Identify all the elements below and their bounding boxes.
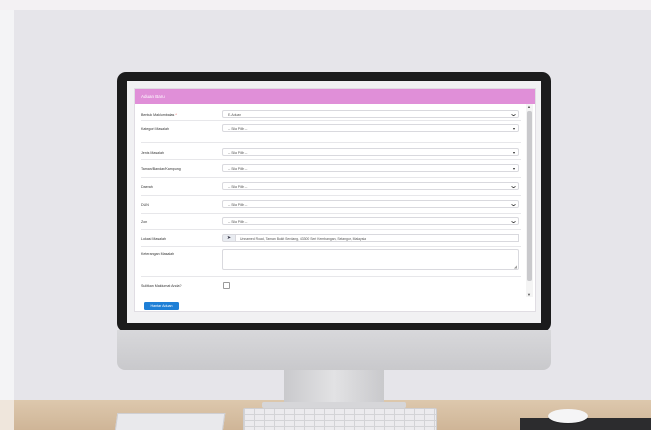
mouse [548,409,588,423]
taman-bandar-kampung-value: -- Sila Pilih -- [228,167,248,171]
lokasi-masalah-input[interactable]: Unnamed Road, Taman Bukit Serdang, 43300… [236,234,519,242]
caret-down-icon: ▾ [512,126,515,131]
divider [141,159,521,160]
dun-select[interactable]: -- Sila Pilih -- ❯ [222,200,519,208]
divider [141,229,521,230]
sulitkan-checkbox[interactable] [223,282,230,289]
divider [141,142,521,143]
scene-background: Aduan Baru Bentuk Maklumbalas * E-Aduan … [0,0,651,430]
monitor-chin [117,330,551,370]
desk-edge [0,400,14,430]
kategori-masalah-value: -- Sila Pilih -- [228,127,248,131]
field-label-zon: Zon [141,220,148,224]
field-row-lokasi: Lokasi Masalah ➤ Unnamed Road, Taman Buk… [135,234,525,246]
complaint-form-card: Aduan Baru Bentuk Maklumbalas * E-Aduan … [134,88,536,312]
chevron-down-icon: ❯ [511,203,517,207]
divider [141,195,521,196]
location-arrow-icon[interactable]: ➤ [222,234,236,242]
divider [141,213,521,214]
caret-down-icon: ▾ [512,166,515,171]
divider [141,246,521,247]
keyboard [243,408,437,430]
divider [141,120,521,121]
divider [141,276,521,277]
field-row-zon: Zon -- Sila Pilih -- ❯ [135,217,525,229]
resize-handle-icon[interactable]: ◢ [514,264,517,269]
field-label-keterangan: Keterangan Masalah [141,252,175,256]
required-marker: * [175,113,177,117]
field-label-kategori: Kategori Masalah [141,127,169,131]
chevron-down-icon: ❯ [511,113,517,117]
zon-select[interactable]: -- Sila Pilih -- ❯ [222,217,519,225]
bentuk-maklumbalas-select[interactable]: E-Aduan ❯ [222,110,519,118]
field-label-sulitkan: Sulitkan Maklumat Anda? [141,284,182,288]
bentuk-maklumbalas-value: E-Aduan [228,113,242,117]
daerah-value: -- Sila Pilih -- [228,185,248,189]
scroll-up-arrow-icon[interactable]: ▲ [527,104,531,109]
chevron-down-icon: ❯ [511,185,517,189]
chevron-down-icon: ❯ [511,220,517,224]
mouse-pad [520,418,651,430]
field-row-sulitkan: Sulitkan Maklumat Anda? [135,281,525,293]
scrollbar-thumb[interactable] [527,111,532,281]
scroll-down-arrow-icon[interactable]: ▼ [527,292,531,297]
field-label-jenis: Jenis Masalah [141,151,164,155]
caret-down-icon: ▾ [512,150,515,155]
field-row-kategori: Kategori Masalah -- Sila Pilih -- ▾ [135,124,525,136]
keterangan-masalah-textarea[interactable]: ◢ [222,249,519,270]
submit-complaint-button[interactable]: Hantar Aduan [144,302,179,310]
kategori-masalah-select[interactable]: -- Sila Pilih -- ▾ [222,124,519,132]
jenis-masalah-value: -- Sila Pilih -- [228,151,248,155]
wall-edge [0,10,14,402]
jenis-masalah-select[interactable]: -- Sila Pilih -- ▾ [222,148,519,156]
dun-value: -- Sila Pilih -- [228,203,248,207]
field-label-lokasi: Lokasi Masalah [141,237,166,241]
field-label-taman: Taman/Bandar/Kampung [141,167,181,171]
field-label-daerah: Daerah [141,185,153,189]
field-label-dun: DUN [141,203,149,207]
form-scrollbar[interactable]: ▲ ▼ [526,104,533,297]
form-header: Aduan Baru [135,89,535,104]
divider [141,177,521,178]
field-row-dun: DUN -- Sila Pilih -- ❯ [135,200,525,212]
daerah-select[interactable]: -- Sila Pilih -- ❯ [222,182,519,190]
field-row-daerah: Daerah -- Sila Pilih -- ❯ [135,182,525,194]
monitor-screen: Aduan Baru Bentuk Maklumbalas * E-Aduan … [127,81,541,323]
drawing-tablet [114,413,226,430]
zon-value: -- Sila Pilih -- [228,220,248,224]
field-row-keterangan: Keterangan Masalah ◢ [135,249,525,273]
taman-bandar-kampung-select[interactable]: -- Sila Pilih -- ▾ [222,164,519,172]
field-label-bentuk: Bentuk Maklumbalas * [141,113,177,117]
monitor-stand [284,370,384,405]
field-row-taman: Taman/Bandar/Kampung -- Sila Pilih -- ▾ [135,164,525,176]
